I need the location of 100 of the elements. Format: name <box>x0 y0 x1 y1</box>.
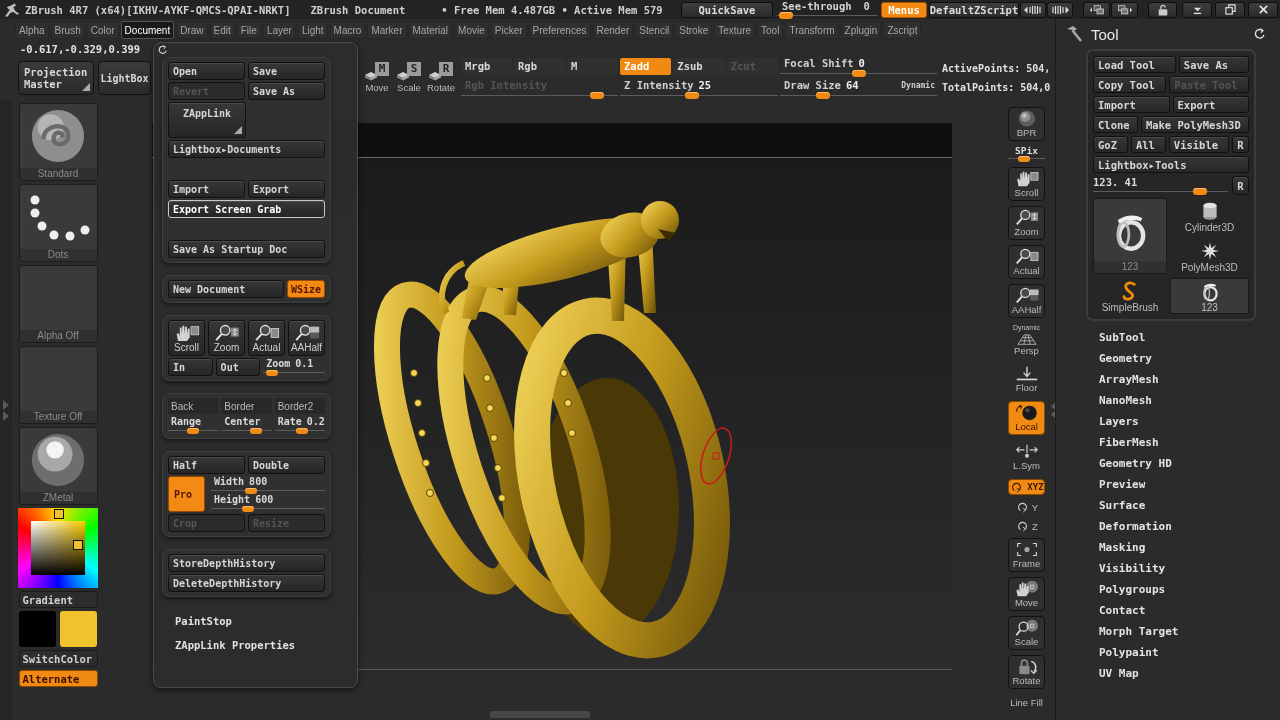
menu-item[interactable]: PaintStop <box>175 609 232 633</box>
subpalette-item[interactable]: Contact <box>1099 600 1146 621</box>
subpalette-item[interactable]: Surface <box>1099 495 1146 516</box>
lock-button[interactable] <box>1148 1 1177 18</box>
tool-button[interactable]: R <box>1232 136 1249 153</box>
menu-item[interactable]: Color <box>86 21 119 39</box>
slider-thumb[interactable] <box>815 91 830 99</box>
menu-item[interactable]: Texture <box>714 21 756 39</box>
tool-button[interactable]: Copy Tool <box>1093 76 1167 93</box>
floor-button[interactable]: Floor <box>1008 362 1045 396</box>
stroke-thumbnail[interactable]: Dots <box>18 184 98 262</box>
menu-button[interactable]: New Document <box>168 280 284 298</box>
slider-thumb[interactable] <box>1018 155 1030 162</box>
color-button[interactable]: Border <box>221 398 272 414</box>
slider-thumb[interactable] <box>851 69 866 77</box>
scale-button[interactable]: Scale <box>1008 616 1045 650</box>
tool-button[interactable]: All <box>1130 136 1166 153</box>
color-button[interactable]: Back <box>168 398 219 414</box>
subpalette-item[interactable]: SubTool <box>1099 327 1146 348</box>
menu-item[interactable]: Tool <box>757 21 784 39</box>
menu-button[interactable]: Half <box>168 456 245 474</box>
render-button[interactable]: BPR <box>1008 107 1045 141</box>
subpalette-item[interactable]: Geometry <box>1099 348 1152 369</box>
menu-item[interactable]: Macro <box>329 21 366 39</box>
slider-thumb[interactable] <box>250 427 263 434</box>
subpalette-item[interactable]: NanoMesh <box>1099 390 1152 411</box>
tool-thumbnail[interactable]: 123 <box>1170 278 1249 314</box>
axis-rotate-button[interactable]: Z <box>1008 519 1045 533</box>
subpalette-item[interactable]: Layers <box>1099 411 1139 432</box>
menu-item[interactable]: Document <box>120 21 175 39</box>
tool-button[interactable]: GoZ <box>1093 136 1128 153</box>
slider-thumb[interactable] <box>295 427 308 434</box>
refresh-icon[interactable] <box>158 45 168 55</box>
menu-item[interactable]: Material <box>408 21 453 39</box>
menu-item[interactable]: Alpha <box>15 21 49 39</box>
minimize-button[interactable] <box>1182 1 1212 18</box>
menu-item[interactable]: Zscript <box>883 21 922 39</box>
half-size-button[interactable]: AAHalf <box>1008 284 1045 318</box>
tool-button[interactable]: Make PolyMesh3D <box>1140 116 1249 133</box>
slider-thumb[interactable] <box>684 91 699 99</box>
dynamic-toggle[interactable]: Dynamic <box>901 79 937 91</box>
scroll-button[interactable]: Scroll <box>1008 167 1045 201</box>
subpalette-item[interactable]: Deformation <box>1099 516 1172 537</box>
palette-left-button[interactable] <box>1020 1 1046 18</box>
color-swatch-icon[interactable] <box>59 611 97 647</box>
menu-button[interactable]: Save <box>248 62 325 80</box>
menu-button[interactable]: Save As Startup Doc <box>168 240 325 258</box>
material-thumbnail[interactable]: ZMetal <box>18 427 98 505</box>
layout-button[interactable] <box>1083 1 1110 18</box>
menu-item[interactable]: Brush <box>50 21 85 39</box>
tool-button[interactable]: Import <box>1093 96 1170 113</box>
slider-track[interactable] <box>777 12 877 19</box>
actual-size-button[interactable]: Actual <box>1008 245 1045 279</box>
rotate-button[interactable]: Rotate <box>1008 655 1045 689</box>
menu-item[interactable]: Picker <box>490 21 527 39</box>
menu-button[interactable]: In <box>168 358 213 376</box>
subpalette-item[interactable]: Preview <box>1099 474 1146 495</box>
palette-right-button[interactable] <box>1047 1 1073 18</box>
tool-button[interactable]: Visible <box>1168 136 1229 153</box>
slider-thumb[interactable] <box>1193 187 1208 195</box>
view-button[interactable]: Actual <box>248 320 285 356</box>
menu-item[interactable]: Movie <box>454 21 489 39</box>
transform-button[interactable]: S Scale <box>394 60 424 96</box>
menu-button[interactable]: Save As <box>248 82 325 100</box>
alternate-toggle[interactable]: Alternate <box>18 670 98 687</box>
current-tool-thumbnail[interactable]: 123 <box>1093 198 1167 274</box>
slider-thumb[interactable] <box>266 369 279 376</box>
subpalette-item[interactable]: Polygroups <box>1099 579 1166 600</box>
menu-item[interactable]: Layer <box>262 21 296 39</box>
transform-button[interactable]: R Rotate <box>426 60 456 96</box>
sculpt-mode-button[interactable]: Zsub <box>673 57 725 75</box>
menu-button[interactable]: Export Screen Grab <box>168 200 325 218</box>
layout-button[interactable] <box>1111 1 1138 18</box>
slider-track[interactable] <box>263 369 325 376</box>
menu-button[interactable]: Import <box>168 180 245 198</box>
view-button[interactable]: Zoom <box>208 320 245 356</box>
subpalette-item[interactable]: Morph Target <box>1099 621 1179 642</box>
restore-button[interactable] <box>1215 1 1245 18</box>
menu-item[interactable]: Stroke <box>675 21 713 39</box>
lightbox-button[interactable]: LightBox <box>98 61 151 95</box>
menu-button[interactable]: Export <box>248 180 325 198</box>
menu-item[interactable]: Light <box>297 21 328 39</box>
tool-button[interactable]: Export <box>1172 96 1249 113</box>
menu-button[interactable]: Open <box>168 62 245 80</box>
move-button[interactable]: Move <box>1008 577 1045 611</box>
menu-button[interactable]: Lightbox▸Documents <box>168 140 325 158</box>
quicksave-button[interactable]: QuickSave <box>681 1 773 18</box>
menu-item[interactable]: Render <box>592 21 634 39</box>
toggle-button[interactable]: Pro <box>168 476 205 512</box>
subpalette-item[interactable]: FiberMesh <box>1099 432 1159 453</box>
local-button[interactable]: Local <box>1008 401 1045 435</box>
color-button[interactable]: Border2 <box>274 398 325 414</box>
zoom-button[interactable]: Zoom <box>1008 206 1045 240</box>
menu-button[interactable]: StoreDepthHistory <box>168 554 325 572</box>
transform-button[interactable]: M Move <box>362 60 392 96</box>
axis-rotate-button[interactable]: Y <box>1008 500 1045 514</box>
frame-button[interactable]: Frame <box>1008 538 1045 572</box>
switch-color-button[interactable]: SwitchColor <box>18 650 98 667</box>
zscript-button[interactable]: DefaultZScript <box>929 1 1019 18</box>
menu-button[interactable]: Out <box>215 358 261 376</box>
